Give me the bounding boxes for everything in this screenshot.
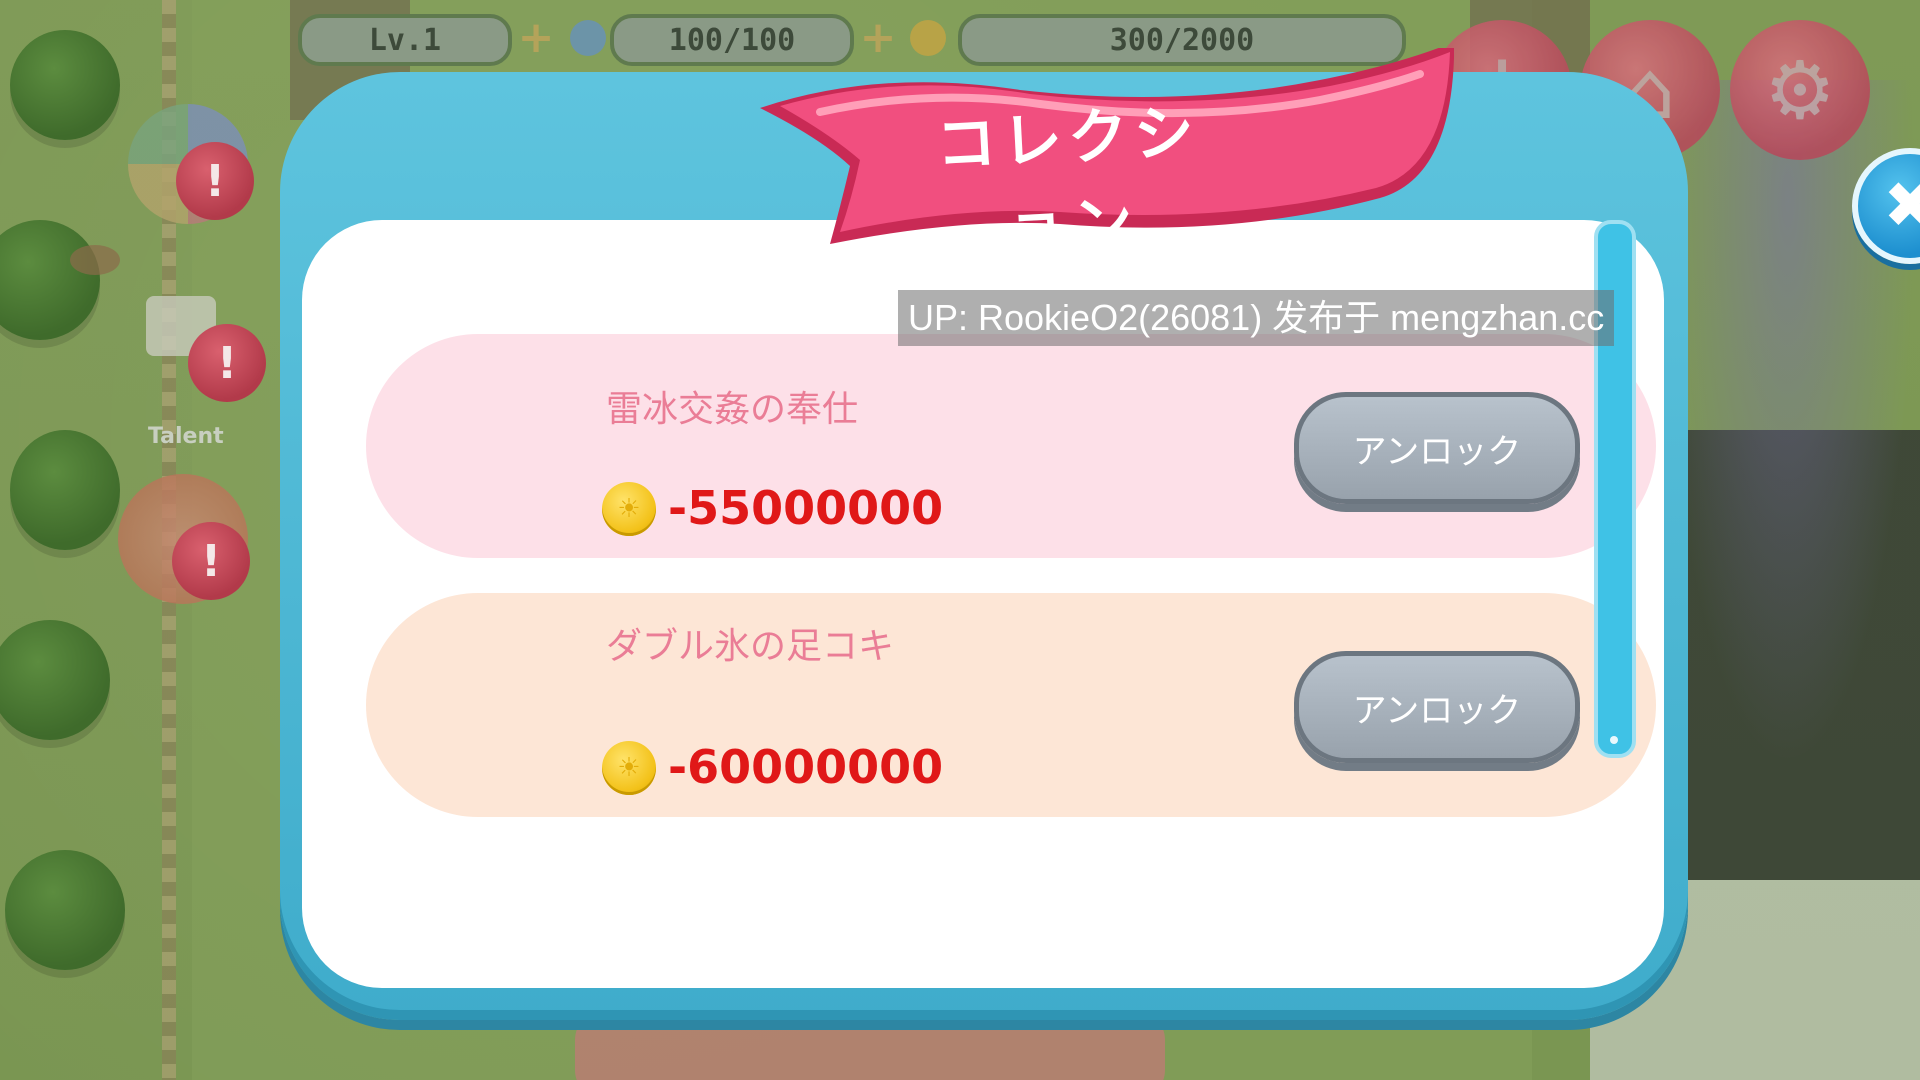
coin-icon (602, 482, 656, 536)
item-price: -55000000 (668, 481, 944, 535)
item-price: -60000000 (668, 740, 944, 794)
collection-dialog: 雷冰交姦の奉仕 -55000000 アンロック ダブル氷の足コキ -600000… (280, 48, 1920, 1020)
tree (0, 620, 110, 740)
talent-label: Talent (148, 424, 224, 449)
tree (10, 430, 120, 550)
plus-icon[interactable]: + (516, 16, 556, 60)
collection-item: ダブル氷の足コキ -60000000 アンロック (366, 593, 1656, 817)
scroll-indicator (1610, 736, 1618, 744)
unlock-button[interactable]: アンロック (1294, 392, 1580, 504)
item-title: ダブル氷の足コキ (606, 626, 895, 667)
settings-gear-icon[interactable]: ⚙ (1730, 20, 1870, 160)
tree-stump (70, 245, 120, 275)
bottom-action-button[interactable] (575, 1010, 1165, 1080)
alert-badge-icon: ! (188, 324, 266, 402)
tree (5, 850, 125, 970)
coin-icon (602, 741, 656, 795)
level-badge: Lv.1 (298, 14, 512, 66)
stamina-icon (570, 20, 606, 56)
tree (10, 30, 120, 140)
alert-badge-icon: ! (176, 142, 254, 220)
tree (0, 220, 100, 340)
dialog-title: コレクション (934, 97, 1202, 265)
watermark: UP: RookieO2(26081) 发布于 mengzhan.cc (898, 290, 1615, 346)
collection-item: 雷冰交姦の奉仕 -55000000 アンロック (366, 334, 1656, 558)
unlock-button[interactable]: アンロック (1294, 651, 1580, 763)
alert-badge-icon: ! (172, 522, 250, 600)
item-title: 雷冰交姦の奉仕 (606, 389, 859, 430)
